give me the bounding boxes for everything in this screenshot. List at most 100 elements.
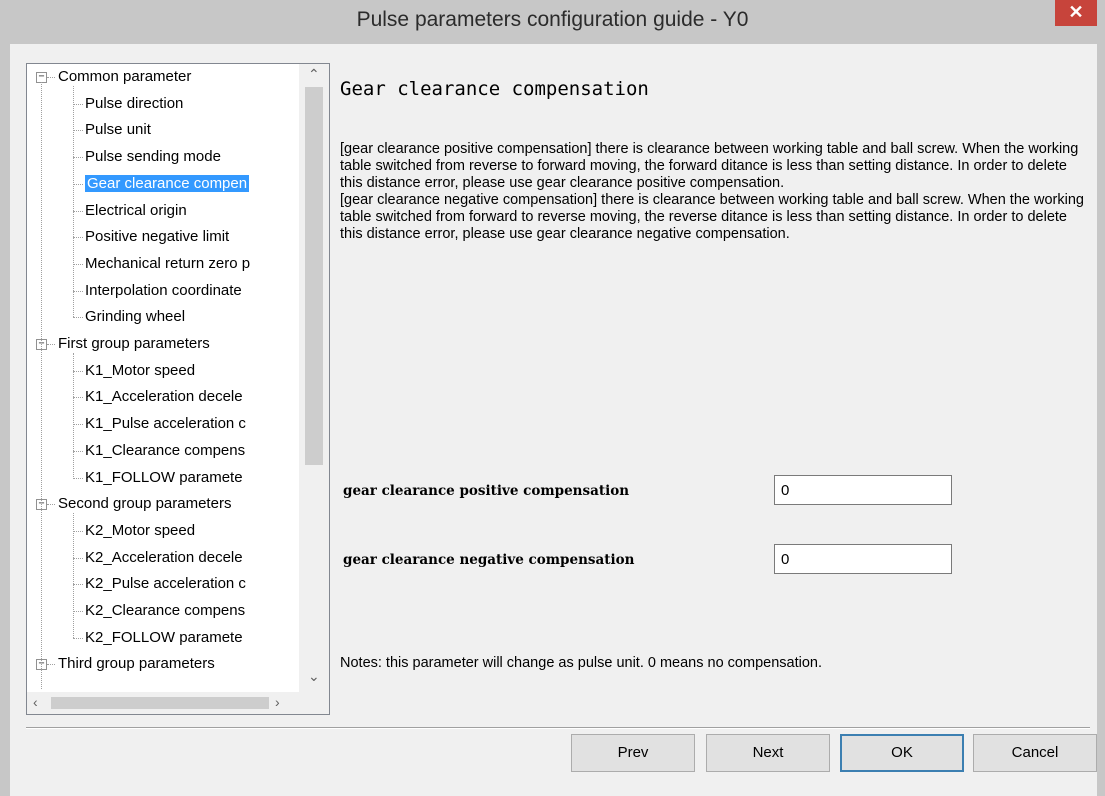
separator-line [26,727,1090,729]
tree-item-label: K2_Motor speed [85,521,196,539]
tree-item[interactable]: Pulse direction [85,92,183,116]
tree-item-label: K2_Pulse acceleration c [85,575,246,593]
root-line-tail [41,669,42,690]
next-button[interactable]: Next [706,734,830,772]
tree-item[interactable]: K1_FOLLOW paramete [85,466,243,490]
notes-text: Notes: this parameter will change as pul… [340,655,822,671]
section-heading: Gear clearance compensation [340,78,649,100]
scroll-up-arrow-icon[interactable]: ⌃ [308,66,320,83]
tree-item-connector [73,210,83,212]
tree-item-label: K1_Pulse acceleration c [85,415,246,433]
tree-item-connector [73,370,83,372]
tree-item[interactable]: K1_Pulse acceleration c [85,412,246,436]
scroll-down-arrow-icon[interactable]: ⌄ [308,668,320,685]
tree-item-connector [73,611,83,612]
tree-item-connector [73,317,83,319]
tree-item-label: K1_Clearance compens [85,441,246,459]
negative-description: [gear clearance negative compensation] t… [340,192,1084,242]
tree-vertical-scrollbar[interactable]: ⌃ ⌄ [299,64,329,692]
tree-group-second[interactable]: Second group parameters [58,492,231,516]
tree-item-label: K1_Motor speed [85,361,196,379]
tree-item[interactable]: Pulse unit [85,118,151,142]
scroll-right-arrow-icon[interactable]: › [275,694,280,710]
description-text: [gear clearance positive compensation] t… [340,141,1092,243]
tree-item-label: Electrical origin [85,201,187,219]
tree-item-label: Interpolation coordinate [85,281,242,299]
scroll-left-arrow-icon[interactable]: ‹ [33,694,38,710]
tree-item[interactable]: Interpolation coordinate [85,279,242,303]
vertical-scroll-thumb[interactable] [305,87,323,465]
tree-item-connector [73,263,83,265]
tree-group-common[interactable]: Common parameter [58,65,191,89]
window-frame-left [0,44,10,796]
tree-item-label: Grinding wheel [85,308,186,326]
tree-item-label: K2_Acceleration decele [85,548,243,566]
horizontal-scroll-thumb[interactable] [51,697,269,709]
tree-item-connector [73,557,83,559]
negative-compensation-label: gear clearance negative compensation [343,552,635,568]
tree-item-label: Pulse direction [85,94,184,112]
tree-item-connector [73,237,83,239]
first-child-line [73,352,74,478]
tree-item[interactable]: K2_Clearance compens [85,599,245,623]
close-button[interactable]: ✕ [1055,0,1097,26]
tree-item[interactable]: K2_Motor speed [85,519,195,543]
tree-item-connector [73,103,83,105]
tree-item-label: Pulse unit [85,121,151,139]
tree-item-label: Mechanical return zero p [85,254,251,272]
tree-item-connector [73,183,83,185]
common-connector [47,77,55,78]
parameter-tree[interactable]: − Common parameter Pulse direction Pulse un… [26,63,330,715]
positive-description: [gear clearance positive compensation] t… [340,141,1079,191]
tree-item-connector [73,637,83,639]
tree-item[interactable]: Gear clearance compen [85,172,250,196]
tree-group-third[interactable]: Third group parameters [58,652,215,676]
tree-item[interactable]: Pulse sending mode [85,145,221,169]
positive-compensation-label: gear clearance positive compensation [343,483,630,499]
tree-item-label: K2_Clearance compens [85,602,246,619]
tree-item-selected-label: Gear clearance compen [85,174,250,192]
tree-item[interactable]: K2_FOLLOW paramete [85,626,243,650]
tree-item-connector [73,477,83,479]
third-connector [47,664,55,666]
tree-item-connector [73,584,83,586]
tree-item-connector [73,397,83,399]
window-frame-right [1097,44,1105,796]
prev-button[interactable]: Prev [571,734,695,772]
dialog-client: − Common parameter Pulse direction Pulse un… [10,44,1097,796]
tree-item-label: K2_FOLLOW paramete [85,628,243,646]
ok-button[interactable]: OK [840,734,964,772]
tree-item-connector [73,157,83,159]
tree-item[interactable]: Grinding wheel [85,305,185,329]
tree-item[interactable]: K1_Motor speed [85,359,195,383]
tree-item-connector [73,530,83,532]
tree-item-label: K1_Acceleration decele [85,388,243,406]
tree-item-connector [73,290,83,292]
tree-items-container: − Common parameter Pulse direction Pulse un… [27,64,297,692]
tree-item[interactable]: Mechanical return zero p [85,252,250,276]
title-bar: Pulse parameters configuration guide - Y… [0,0,1105,45]
tree-item-connector [73,450,83,452]
tree-item[interactable]: K2_Acceleration decele [85,546,243,570]
positive-compensation-input[interactable] [774,475,952,505]
tree-item[interactable]: K1_Acceleration decele [85,385,243,409]
tree-item-connector [73,130,83,132]
tree-item[interactable]: Positive negative limit [85,225,229,249]
tree-item[interactable]: K1_Clearance compens [85,439,245,463]
tree-item[interactable]: K2_Pulse acceleration c [85,572,246,596]
first-connector [47,344,55,345]
common-child-line [73,85,74,318]
second-child-line [73,512,74,638]
window-title: Pulse parameters configuration guide - Y… [356,8,749,31]
tree-item-label: Pulse sending mode [85,148,221,166]
tree-item[interactable]: Electrical origin [85,199,187,223]
root-line [41,82,42,670]
negative-compensation-input[interactable] [774,544,952,574]
tree-item-connector [73,424,83,426]
tree-item-label: K1_FOLLOW paramete [85,468,243,486]
second-connector [47,504,55,506]
tree-horizontal-scrollbar[interactable]: ‹ › [27,692,329,714]
tree-item-label: Positive negative limit [85,228,230,246]
cancel-button[interactable]: Cancel [973,734,1097,772]
tree-group-first[interactable]: First group parameters [58,332,210,356]
